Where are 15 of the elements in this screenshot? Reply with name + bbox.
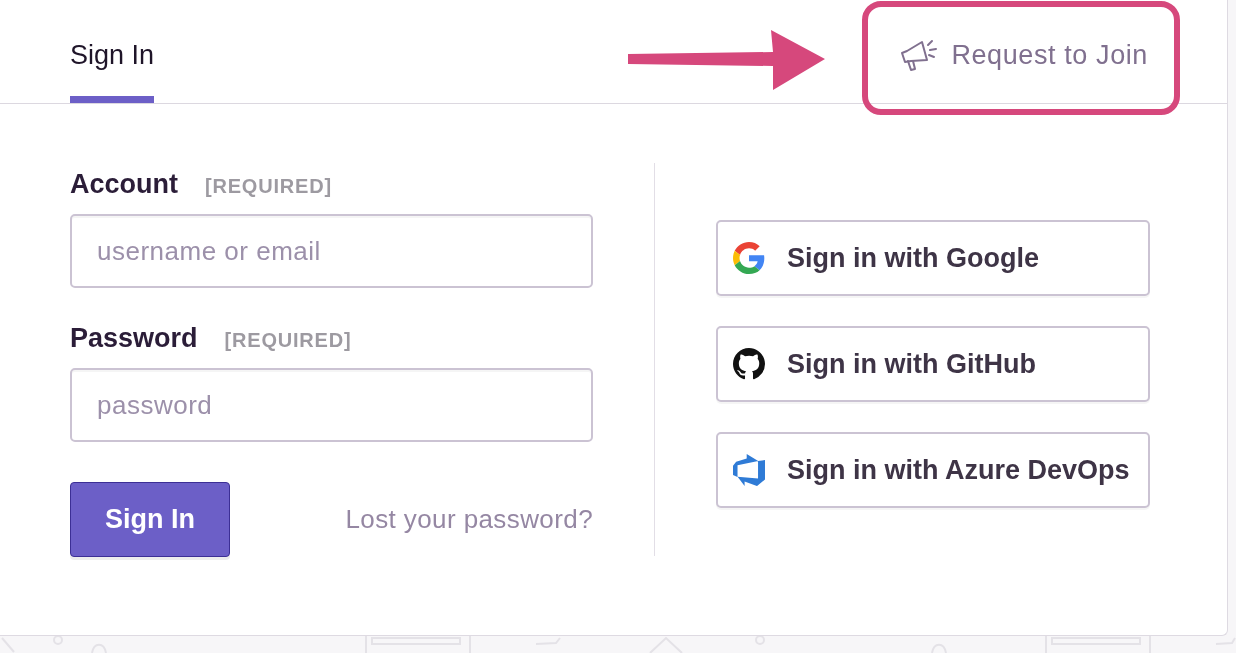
bracket-logo-icon bbox=[733, 454, 765, 486]
required-note: [REQUIRED] bbox=[205, 175, 332, 198]
input-field[interactable]: username or email bbox=[70, 214, 593, 288]
input-field[interactable]: password bbox=[70, 368, 593, 442]
field-label: Password bbox=[70, 322, 198, 354]
tab[interactable]: Sign In bbox=[70, 0, 155, 103]
field-label: Account bbox=[70, 168, 178, 200]
cat-logo-icon bbox=[733, 348, 765, 380]
megaphone-icon bbox=[899, 38, 940, 72]
sign-in-button[interactable]: Sign In bbox=[70, 482, 230, 557]
provider-sign-in-button[interactable]: Sign in with GitHub bbox=[716, 326, 1150, 402]
provider-sign-in-button[interactable]: Sign in with Azure DevOps bbox=[716, 432, 1150, 508]
provider-sign-in-button[interactable]: Sign in with Google bbox=[716, 220, 1150, 296]
required-note: [REQUIRED] bbox=[224, 329, 352, 352]
g-letter-icon bbox=[733, 242, 765, 274]
